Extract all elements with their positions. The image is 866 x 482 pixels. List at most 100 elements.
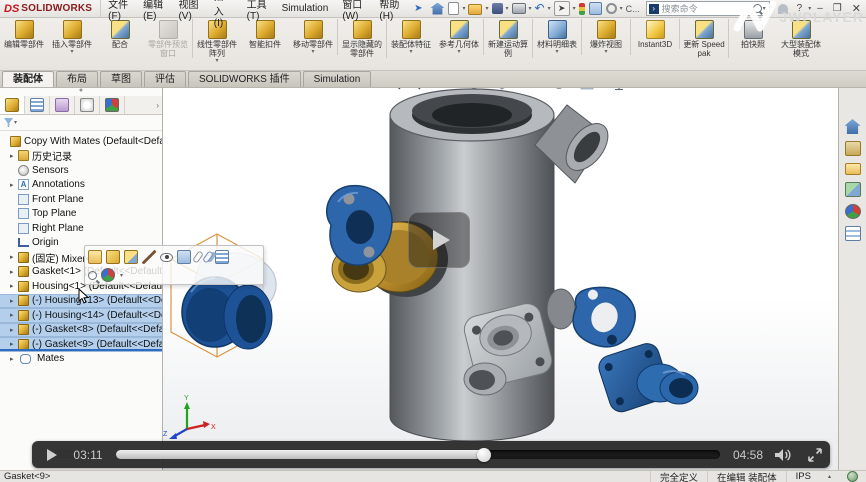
external-list-icon[interactable] xyxy=(215,250,229,264)
ribbon-new-motion-study[interactable]: 新建运动算例 xyxy=(484,19,533,58)
panel-grip[interactable]: ● xyxy=(0,87,162,96)
restore-button[interactable]: ❐ xyxy=(828,3,847,14)
appearance-dropdown-caret[interactable]: ▾ xyxy=(120,272,123,279)
home-tab-icon[interactable] xyxy=(845,119,861,134)
expand-arrow-icon[interactable]: ▸ xyxy=(10,253,18,261)
tree-item-right-plane[interactable]: Right Plane xyxy=(0,221,162,236)
edit-part-icon[interactable] xyxy=(106,250,120,264)
copy-with-mates-icon[interactable] xyxy=(202,250,214,263)
pin-menu-icon[interactable]: ➤ xyxy=(408,3,428,14)
expand-arrow-icon[interactable]: ▸ xyxy=(10,355,18,363)
minimize-button[interactable]: ‒ xyxy=(812,3,828,14)
home-icon[interactable] xyxy=(430,3,444,15)
search-icon[interactable] xyxy=(753,4,762,13)
dropdown-caret-icon[interactable]: ▾ xyxy=(311,50,314,55)
close-button[interactable]: ✕ xyxy=(847,2,866,15)
zoom-to-selection-icon[interactable] xyxy=(88,271,97,280)
mate-icon[interactable] xyxy=(192,250,204,263)
tree-item-annotations[interactable]: ▸ A Annotations xyxy=(0,178,162,193)
status-tag-icon[interactable] xyxy=(847,471,858,482)
print-dropdown-caret[interactable]: ▾ xyxy=(529,5,532,12)
progress-knob[interactable] xyxy=(477,448,491,462)
propertymanager-tab[interactable] xyxy=(25,96,50,114)
tree-item-gasket-8[interactable]: ▸ (-) Gasket<8> (Default<<Default> xyxy=(0,323,162,338)
ribbon-reference-geometry[interactable]: 参考几何体▾ xyxy=(435,19,484,55)
video-play-overlay-button[interactable] xyxy=(408,212,470,268)
menu-window[interactable]: 窗口(W) xyxy=(335,0,372,17)
tab-assembly[interactable]: 装配体 xyxy=(2,71,54,87)
menu-file[interactable]: 文件(F) xyxy=(101,0,136,17)
graphics-viewport[interactable]: Y X Z xyxy=(163,87,838,470)
delete-icon[interactable] xyxy=(142,250,156,264)
progress-bar[interactable] xyxy=(116,450,720,459)
appearances-icon[interactable] xyxy=(845,204,861,219)
dropdown-caret-icon[interactable]: ▾ xyxy=(555,50,558,55)
options-gear-icon[interactable] xyxy=(606,3,617,14)
new-document-icon[interactable] xyxy=(448,2,459,15)
open-part-icon[interactable] xyxy=(88,250,102,264)
open-icon[interactable] xyxy=(468,4,482,15)
ribbon-move-component[interactable]: 移动零部件▾ xyxy=(289,19,338,55)
filter-dropdown-caret[interactable]: ▾ xyxy=(14,119,17,126)
status-units[interactable]: IPS xyxy=(786,471,820,482)
menu-simulation[interactable]: Simulation xyxy=(275,0,336,17)
open-dropdown-caret[interactable]: ▾ xyxy=(485,5,488,12)
hide-components-icon[interactable] xyxy=(160,253,173,262)
ribbon-take-snapshot[interactable]: 拍快照 xyxy=(729,19,777,49)
appearance-icon[interactable] xyxy=(101,268,115,282)
undo-icon[interactable]: ↶ xyxy=(535,3,545,15)
dropdown-caret-icon[interactable]: ▾ xyxy=(457,50,460,55)
ribbon-exploded-view[interactable]: 爆炸视图▾ xyxy=(582,19,631,55)
volume-button[interactable] xyxy=(773,447,793,463)
filter-funnel-icon[interactable] xyxy=(4,118,13,127)
tab-sketch[interactable]: 草图 xyxy=(100,71,142,87)
save-dropdown-caret[interactable]: ▾ xyxy=(506,5,509,12)
file-explorer-icon[interactable] xyxy=(845,163,861,175)
tab-layout[interactable]: 布局 xyxy=(56,71,98,87)
tree-item-top-plane[interactable]: Top Plane xyxy=(0,207,162,222)
options-dropdown-caret[interactable]: ▾ xyxy=(620,5,623,12)
menu-view[interactable]: 视图(V) xyxy=(171,0,206,17)
tree-root-assembly[interactable]: Copy With Mates (Default<Default_Di xyxy=(0,134,162,149)
expand-arrow-icon[interactable]: ▸ xyxy=(10,311,18,319)
ribbon-show-hidden[interactable]: 显示隐藏的零部件 xyxy=(338,19,387,58)
select-dropdown-caret[interactable]: ▾ xyxy=(573,5,576,12)
print-icon[interactable] xyxy=(512,3,526,14)
expand-arrow-icon[interactable]: ▸ xyxy=(10,152,18,160)
dropdown-caret-icon[interactable]: ▾ xyxy=(70,50,73,55)
units-dropdown-caret[interactable]: ▴ xyxy=(820,473,839,480)
expand-arrow-icon[interactable]: ▸ xyxy=(10,181,18,189)
expand-arrow-icon[interactable]: ▸ xyxy=(10,297,18,305)
help-dropdown-caret[interactable]: ▾ xyxy=(808,5,811,12)
tree-item-history[interactable]: ▸ 历史记录 xyxy=(0,149,162,164)
blue-gasket-right[interactable] xyxy=(564,279,642,354)
panel-tabs-overflow[interactable]: › xyxy=(125,96,162,114)
select-arrow-icon[interactable]: ➤ xyxy=(554,1,570,16)
ribbon-large-assembly-mode[interactable]: 大型装配体模式 xyxy=(777,19,825,58)
ribbon-edit-component[interactable]: 编辑零部件 xyxy=(0,19,48,49)
expand-arrow-icon[interactable]: ▸ xyxy=(10,268,18,276)
dimxpertmanager-tab[interactable] xyxy=(75,96,100,114)
player-play-button[interactable] xyxy=(44,447,60,463)
display-pane-icon[interactable] xyxy=(589,2,602,15)
undo-dropdown-caret[interactable]: ▾ xyxy=(548,5,551,12)
ribbon-update-speedpak[interactable]: 更新 Speedpak xyxy=(680,19,729,58)
tab-evaluate[interactable]: 评估 xyxy=(144,71,186,87)
menu-help[interactable]: 帮助(H) xyxy=(372,0,408,17)
dropdown-caret-icon[interactable]: ▾ xyxy=(604,50,607,55)
ribbon-mate[interactable]: 配合 xyxy=(96,19,144,49)
component-preview-icon[interactable] xyxy=(177,250,191,264)
displaymanager-tab[interactable] xyxy=(100,96,125,114)
performance-icon[interactable] xyxy=(579,3,585,15)
expand-arrow-icon[interactable]: ▸ xyxy=(10,340,18,348)
tab-simulation[interactable]: Simulation xyxy=(303,71,372,87)
new-dropdown-caret[interactable]: ▾ xyxy=(462,5,465,12)
tree-item-mates[interactable]: ▸ Mates xyxy=(0,352,162,367)
menu-edit[interactable]: 编辑(E) xyxy=(136,0,171,17)
featuremanager-tab[interactable] xyxy=(0,96,25,114)
expand-arrow-icon[interactable]: ▸ xyxy=(10,326,18,334)
gray-flange-stub[interactable] xyxy=(464,363,506,395)
configurationmanager-tab[interactable] xyxy=(50,96,75,114)
design-library-icon[interactable] xyxy=(845,141,861,156)
tree-item-front-plane[interactable]: Front Plane xyxy=(0,192,162,207)
